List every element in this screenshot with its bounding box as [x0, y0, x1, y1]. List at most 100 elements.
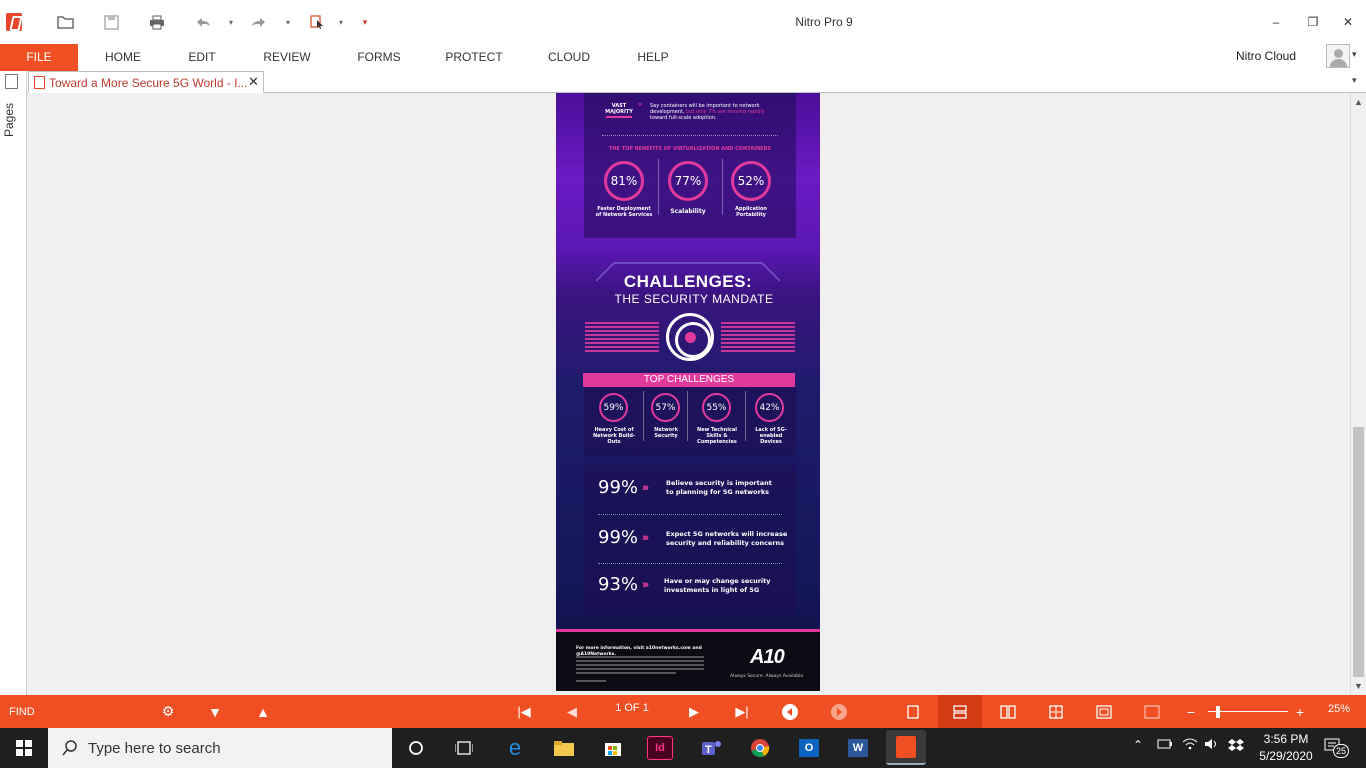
tab-edit[interactable]: EDIT: [178, 44, 226, 71]
store-icon[interactable]: [598, 733, 628, 763]
tab-home[interactable]: HOME: [96, 44, 150, 71]
windows-start-icon[interactable]: [0, 728, 48, 768]
search-icon: [62, 740, 77, 756]
zoom-slider-handle[interactable]: [1216, 706, 1220, 718]
fit-page-icon[interactable]: [1089, 695, 1119, 728]
tab-protect[interactable]: PROTECT: [440, 44, 508, 71]
divider: [722, 159, 723, 215]
pdf-page: VAST MAJORITY ››› Say containers will be…: [556, 93, 820, 691]
scroll-up-icon[interactable]: ▲: [1354, 97, 1363, 107]
footer-fine-print-line: [576, 660, 704, 662]
find-button[interactable]: FIND: [9, 695, 35, 728]
tab-review[interactable]: REVIEW: [258, 44, 316, 71]
wifi-icon[interactable]: [1182, 738, 1198, 753]
a10-tagline: Always Secure. Always Available.: [730, 674, 805, 679]
single-page-view-icon[interactable]: [898, 695, 928, 728]
scroll-down-icon[interactable]: ▼: [1354, 681, 1363, 691]
benefit-label: Faster Deployment of Network Services: [595, 206, 653, 218]
find-settings-gear-icon[interactable]: ⚙: [158, 695, 178, 728]
notifications-icon[interactable]: 25: [1324, 738, 1349, 758]
footer-fine-print-line: [576, 656, 704, 658]
battery-icon[interactable]: [1157, 738, 1173, 753]
stat-value: 93%: [598, 574, 639, 595]
pages-panel-icon[interactable]: [5, 74, 18, 89]
next-page-icon[interactable]: ▶: [684, 695, 704, 728]
challenges-panel: 59% Heavy Cost of Network Build-Outs 57%…: [584, 387, 796, 457]
previous-page-icon[interactable]: ◀: [562, 695, 582, 728]
file-explorer-icon[interactable]: [549, 733, 579, 763]
divider: [606, 116, 632, 118]
taskbar-search[interactable]: Type here to search: [48, 728, 392, 768]
window-title: Nitro Pro 9: [795, 15, 853, 29]
facing-view-icon[interactable]: [993, 695, 1023, 728]
vast-majority-label: VAST MAJORITY: [605, 103, 633, 115]
tab-list-chevron-icon[interactable]: ▾: [1352, 75, 1357, 86]
last-page-icon[interactable]: ▶|: [730, 695, 754, 728]
tab-forms[interactable]: FORMS: [350, 44, 408, 71]
page-indicator[interactable]: 1 OF 1: [604, 695, 660, 728]
maze-lock-icon: [666, 313, 714, 361]
divider: [745, 391, 746, 441]
find-next-down-icon[interactable]: ▼: [205, 695, 225, 728]
scrollbar-thumb[interactable]: [1353, 427, 1364, 677]
a10-logo: A10: [750, 646, 785, 668]
continuous-view-icon[interactable]: [938, 695, 982, 728]
stat-value: 99%: [598, 477, 639, 498]
chevron-icon: ›››: [642, 482, 649, 494]
facing-continuous-view-icon[interactable]: [1041, 695, 1071, 728]
forward-view-icon[interactable]: [829, 695, 849, 728]
fit-width-icon[interactable]: [1137, 695, 1167, 728]
divider: [658, 159, 659, 215]
find-previous-up-icon[interactable]: ▲: [253, 695, 273, 728]
restore-button[interactable]: ❐: [1298, 10, 1328, 34]
challenge-label: Heavy Cost of Network Build-Outs: [592, 427, 635, 445]
zoom-out-button[interactable]: −: [1184, 695, 1198, 728]
zoom-slider-track[interactable]: [1208, 711, 1288, 712]
nitro-taskbar-icon[interactable]: [886, 730, 926, 765]
challenge-ring: 57%: [651, 393, 680, 422]
vertical-scrollbar[interactable]: ▲ ▼: [1350, 93, 1366, 695]
cloud-user-name[interactable]: Nitro Cloud: [1236, 44, 1296, 71]
volume-icon[interactable]: [1204, 738, 1220, 753]
close-window-button[interactable]: ✕: [1333, 10, 1363, 34]
document-tab-label: Toward a More Secure 5G World - I...: [49, 76, 248, 90]
footer-fine-print-line: [576, 680, 606, 682]
edge-icon[interactable]: e: [500, 733, 530, 763]
teams-icon[interactable]: T: [696, 733, 726, 763]
minimize-button[interactable]: –: [1261, 10, 1291, 34]
back-view-icon[interactable]: [780, 695, 800, 728]
benefits-heading: THE TOP BENEFITS OF VIRTUALIZATION AND C…: [608, 146, 772, 152]
tab-help[interactable]: HELP: [630, 44, 676, 71]
document-tab[interactable]: Toward a More Secure 5G World - I... ✕: [28, 71, 264, 93]
document-viewer[interactable]: VAST MAJORITY ››› Say containers will be…: [27, 93, 1350, 695]
dropbox-icon[interactable]: [1228, 738, 1244, 755]
close-tab-icon[interactable]: ✕: [248, 74, 259, 90]
footer-fine-print-line: [576, 672, 676, 674]
cortana-icon[interactable]: [401, 733, 431, 763]
challenge-ring: 55%: [702, 393, 731, 422]
chevron-icon: ›››: [638, 102, 642, 108]
indesign-icon[interactable]: Id: [647, 736, 673, 760]
first-page-icon[interactable]: |◀: [512, 695, 536, 728]
tab-file[interactable]: FILE: [0, 44, 78, 71]
outlook-icon[interactable]: O: [794, 733, 824, 763]
zoom-in-button[interactable]: +: [1293, 695, 1307, 728]
svg-text:T: T: [705, 744, 712, 756]
decorative-stripes: [585, 322, 659, 354]
tab-cloud[interactable]: CLOUD: [540, 44, 598, 71]
task-view-icon[interactable]: [449, 733, 479, 763]
divider: [643, 391, 644, 441]
divider: [598, 563, 782, 564]
challenge-ring: 59%: [599, 393, 628, 422]
clock-time: 3:56 PM: [1263, 732, 1309, 746]
word-icon[interactable]: W: [843, 733, 873, 763]
show-hidden-icons-chevron-icon[interactable]: ⌃: [1133, 738, 1143, 752]
pages-panel-label[interactable]: Pages: [2, 103, 16, 137]
chrome-icon[interactable]: [745, 733, 775, 763]
account-chevron-icon[interactable]: ▾: [1352, 49, 1357, 60]
challenge-label: Lack of 5G-enabled Devices: [755, 427, 787, 445]
avatar[interactable]: [1326, 44, 1350, 68]
system-clock[interactable]: 3:56 PM 5/29/2020: [1256, 731, 1316, 765]
zoom-level[interactable]: 25%: [1322, 695, 1356, 728]
benefit-label: Scalability: [670, 208, 706, 215]
